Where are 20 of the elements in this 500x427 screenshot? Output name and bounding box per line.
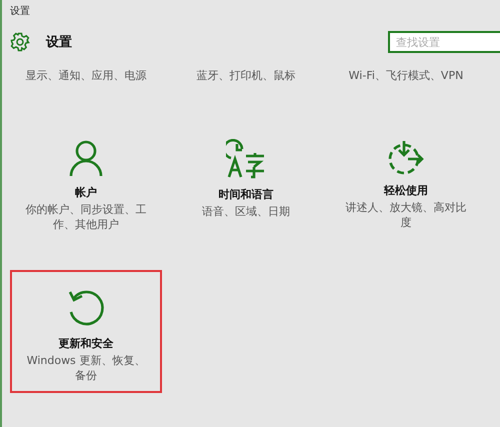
tile-description: Wi-Fi、飞行模式、VPN (348, 68, 464, 83)
tile-description: 你的帐户、同步设置、工作、其他用户 (25, 202, 147, 232)
tile-description: 显示、通知、应用、电源 (26, 68, 146, 83)
highlighted-tile[interactable]: 更新和安全 Windows 更新、恢复、备份 (10, 270, 162, 393)
search-field[interactable]: 查找设置 (388, 31, 500, 53)
tile-title[interactable]: 时间和语言 (218, 187, 274, 202)
tile-description: 蓝牙、打印机、鼠标 (196, 68, 296, 83)
tile-description: Windows 更新、恢复、备份 (26, 353, 146, 383)
tile-description: 讲述人、放大镜、高对比度 (345, 200, 467, 230)
tile-title[interactable]: 轻松使用 (384, 183, 428, 198)
window-title: 设置 (9, 4, 31, 19)
tile-title[interactable]: 更新和安全 (58, 336, 114, 351)
page-title: 设置 (46, 34, 73, 51)
refresh-icon (66, 288, 106, 328)
person-icon (68, 139, 104, 177)
accessibility-icon (386, 139, 426, 175)
tile-title[interactable]: 帐户 (75, 185, 97, 200)
clock-language-icon (226, 139, 266, 179)
settings-icon (10, 32, 30, 52)
tile-description: 语音、区域、日期 (202, 204, 290, 219)
